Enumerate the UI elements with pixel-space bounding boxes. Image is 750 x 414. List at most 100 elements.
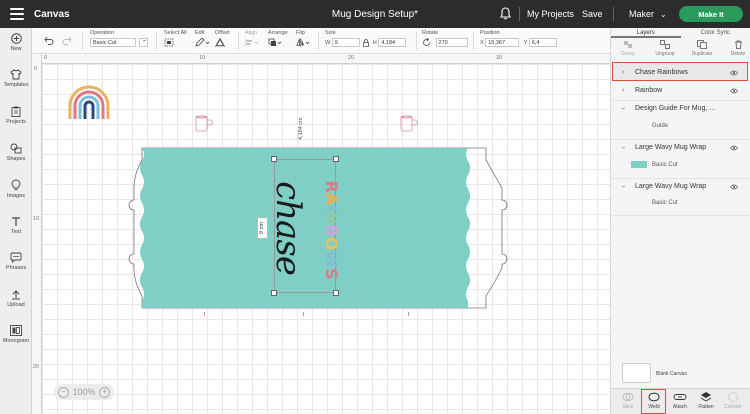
select-all-group[interactable]: Select All [164, 30, 187, 49]
offset-group[interactable]: Offset [214, 30, 230, 49]
layer-row[interactable]: › Rainbow [611, 83, 750, 101]
delete-button[interactable]: Delete [723, 40, 750, 57]
ruler-label: 20 [348, 55, 355, 61]
chevron-down-icon[interactable]: › [620, 146, 627, 148]
chase-script-text[interactable]: chase [268, 168, 308, 288]
operation-select[interactable]: Basic Cut [90, 38, 136, 47]
zoom-in-button[interactable]: + [99, 386, 110, 398]
divider [82, 32, 83, 50]
layers-panel: Layers Color Sync Group Ungroup Duplicat… [610, 28, 750, 414]
duplicate-button[interactable]: Duplicate [687, 40, 717, 57]
undo-icon[interactable] [44, 36, 54, 45]
lightbulb-icon [11, 179, 21, 190]
select-all-label: Select All [164, 30, 187, 36]
shirt-icon [10, 69, 22, 80]
design-canvas[interactable]: 0 10 20 30 0 10 20 4,184 cm 9 cm chase R… [32, 54, 610, 414]
ruler-label: 0 [44, 55, 48, 61]
divider [238, 32, 239, 50]
slice-button[interactable]: Slice [615, 391, 641, 410]
size-label: Size [325, 30, 336, 36]
tab-layers[interactable]: Layers [611, 28, 681, 38]
nav-new[interactable]: New [0, 33, 32, 52]
layer-child-name: Basic Cut [652, 162, 678, 168]
chevron-down-icon[interactable]: › [620, 185, 627, 187]
my-projects-link[interactable]: My Projects [527, 9, 574, 19]
contour-button[interactable]: Contour [720, 391, 746, 410]
group-button[interactable]: Group [613, 40, 643, 57]
zoom-control: − 100% + [54, 384, 114, 400]
nav-upload[interactable]: Upload [0, 289, 32, 308]
eye-icon[interactable] [730, 70, 738, 76]
flip-group[interactable]: Flip [296, 30, 310, 49]
nav-phrases[interactable]: Phrases [0, 252, 32, 271]
rainbows-text[interactable]: RAINBOWS [322, 166, 341, 294]
x-label: X [480, 39, 484, 46]
layer-row[interactable]: › Large Wavy Mug Wrap Basic Cut [611, 141, 750, 179]
attach-button[interactable]: Attach [667, 391, 693, 410]
blank-canvas-swatch[interactable] [622, 363, 651, 383]
weld-highlight [641, 389, 666, 414]
save-button[interactable]: Save [582, 9, 603, 19]
x-input[interactable]: 15,367 [485, 38, 520, 47]
ungroup-button[interactable]: Ungroup [650, 40, 680, 57]
edit-group[interactable]: Edit [195, 30, 210, 49]
nav-monogram[interactable]: Monogram [0, 325, 32, 344]
text-icon [12, 217, 20, 226]
ruler-label: 10 [199, 55, 206, 61]
nav-templates[interactable]: Templates [0, 69, 32, 88]
flip-label: Flip [296, 30, 305, 36]
edit-label: Edit [195, 30, 205, 36]
nav-images[interactable]: Images [0, 179, 32, 199]
align-icon [245, 39, 259, 46]
divider [318, 32, 319, 50]
slice-label: Slice [622, 404, 634, 410]
ruler-label: 30 [496, 55, 503, 61]
arrange-icon [268, 38, 282, 46]
hamburger-menu-icon[interactable] [10, 8, 24, 20]
resize-handle[interactable] [271, 290, 277, 296]
machine-selector[interactable]: Maker ⌄ [629, 9, 667, 19]
make-it-button[interactable]: Make It [679, 6, 743, 22]
y-input[interactable]: 6,4 [528, 38, 557, 47]
speech-bubble-icon [10, 252, 22, 263]
redo-icon[interactable] [62, 36, 72, 45]
align-group[interactable]: Align [245, 30, 259, 49]
shapes-icon [10, 143, 22, 154]
layer-row[interactable]: › Chase Rainbows [611, 65, 750, 81]
flatten-button[interactable]: Flatten [693, 391, 719, 410]
nav-projects[interactable]: Projects [0, 106, 32, 125]
layer-row[interactable]: › Large Wavy Mug Wrap Basic Cut [611, 180, 750, 216]
flatten-label: Flatten [698, 404, 714, 410]
resize-handle[interactable] [271, 156, 277, 162]
nav-shapes[interactable]: Shapes [0, 143, 32, 162]
layer-name: Large Wavy Mug Wrap [635, 144, 707, 151]
chevron-right-icon[interactable]: › [622, 69, 624, 76]
monogram-icon [10, 325, 22, 336]
rotate-input[interactable]: 270 [435, 38, 468, 47]
zoom-out-button[interactable]: − [58, 386, 69, 398]
tab-color-sync[interactable]: Color Sync [681, 28, 750, 38]
rainbow-image[interactable] [66, 84, 112, 120]
upload-icon [12, 290, 20, 300]
width-label: W [325, 39, 331, 46]
chevron-right-icon[interactable]: › [622, 87, 624, 94]
resize-handle[interactable] [333, 156, 339, 162]
contour-label: Contour [724, 404, 742, 410]
chevron-up-icon[interactable]: ⌃ [139, 38, 148, 47]
width-input[interactable]: 9 [331, 38, 360, 47]
nav-label: Monogram [2, 338, 30, 344]
layer-row[interactable]: › Design Guide For Mug, ... Guide [611, 102, 750, 140]
nav-text[interactable]: Text [0, 216, 32, 235]
ruler-left: 0 10 20 [32, 54, 42, 414]
arrange-group[interactable]: Arrange [268, 30, 288, 49]
delete-label: Delete [730, 51, 746, 57]
lock-icon[interactable] [363, 38, 370, 47]
ruler-label: 20 [33, 364, 40, 370]
color-swatch[interactable] [631, 161, 647, 168]
bell-icon[interactable] [500, 7, 511, 20]
eye-icon[interactable] [730, 184, 738, 190]
height-input[interactable]: 4,184 [378, 38, 407, 47]
eye-icon[interactable] [730, 145, 738, 151]
chevron-down-icon[interactable]: › [620, 107, 627, 109]
eye-icon[interactable] [730, 88, 738, 94]
